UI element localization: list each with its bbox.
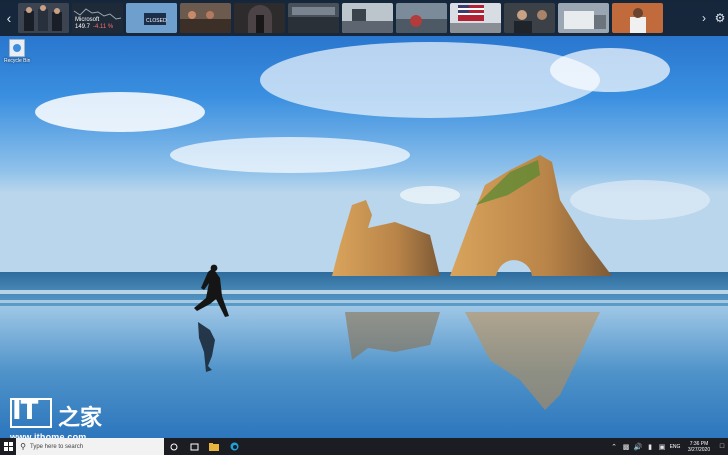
news-photo-thumbnail	[396, 3, 447, 33]
battery-icon[interactable]: ▮	[644, 443, 656, 451]
gear-icon: ⚙	[714, 11, 726, 25]
news-card[interactable]	[612, 3, 663, 33]
desktop-icon-label: Recycle Bin	[4, 58, 31, 64]
windows-icon	[3, 442, 13, 451]
taskbar-clock[interactable]: 7:36 PM 3/27/2020	[682, 441, 716, 453]
stock-sparkline	[73, 8, 122, 20]
news-photo-thumbnail	[18, 3, 69, 33]
recycle-bin-icon	[9, 39, 25, 57]
edge-button[interactable]	[224, 438, 244, 455]
file-explorer-button[interactable]	[204, 438, 224, 455]
display-icon[interactable]: ▣	[656, 443, 668, 451]
news-photo-thumbnail	[288, 3, 339, 33]
prev-button[interactable]: ‹	[0, 0, 18, 36]
news-card[interactable]	[342, 3, 393, 33]
edge-icon	[230, 442, 238, 451]
folder-icon	[209, 442, 219, 451]
news-card[interactable]: CLOSED	[126, 3, 177, 33]
news-photo-thumbnail	[180, 3, 231, 33]
start-button[interactable]	[0, 438, 16, 455]
cortana-button[interactable]	[164, 438, 184, 455]
news-photo-thumbnail	[342, 3, 393, 33]
circle-icon	[170, 443, 178, 450]
news-card[interactable]	[180, 3, 231, 33]
next-button[interactable]: ›	[696, 11, 712, 25]
chevron-right-icon: ›	[702, 11, 706, 25]
language-indicator[interactable]: ENG	[668, 444, 682, 450]
logo-cn-text: 之家	[58, 405, 103, 430]
news-photo-thumbnail	[234, 3, 285, 33]
system-tray: ⌃ ▩ 🔊 ▮ ▣ ENG 7:36 PM 3/27/2020 □	[608, 438, 728, 455]
news-photo-thumbnail	[504, 3, 555, 33]
notifications-button[interactable]: □	[716, 443, 728, 450]
volume-icon[interactable]: 🔊	[632, 443, 644, 451]
news-photo-thumbnail	[558, 3, 609, 33]
search-placeholder: Type here to search	[30, 443, 84, 450]
news-photo-thumbnail: CLOSED	[126, 3, 177, 33]
news-card[interactable]	[18, 3, 69, 33]
ithome-watermark-logo: IT 之家 www.ithome.com	[10, 396, 110, 444]
desktop-wallpaper	[0, 0, 728, 438]
news-card[interactable]	[450, 3, 501, 33]
task-view-button[interactable]	[184, 438, 204, 455]
stock-card[interactable]: Microsoft 149.7 -4.11 %	[72, 3, 123, 33]
logo-it-text: IT	[12, 396, 38, 426]
newsbar-controls: › ⚙	[696, 0, 728, 36]
news-card[interactable]	[234, 3, 285, 33]
news-card[interactable]	[288, 3, 339, 33]
taskbar-search-box[interactable]: ⚲ Type here to search	[16, 438, 164, 455]
task-view-icon	[190, 443, 198, 450]
news-card[interactable]	[396, 3, 447, 33]
news-card[interactable]	[558, 3, 609, 33]
search-icon: ⚲	[20, 442, 26, 451]
clock-date: 3/27/2020	[687, 446, 711, 453]
news-interests-bar: ‹ Microsoft 149.7 -4.11 % CLOSED › ⚙	[0, 0, 728, 36]
news-photo-thumbnail	[612, 3, 663, 33]
chevron-left-icon: ‹	[6, 10, 12, 26]
news-photo-thumbnail	[450, 3, 501, 33]
network-icon[interactable]: ▩	[620, 443, 632, 451]
recycle-bin-desktop-icon[interactable]: Recycle Bin	[4, 39, 30, 64]
tray-overflow-button[interactable]: ⌃	[608, 443, 620, 451]
settings-button[interactable]: ⚙	[712, 11, 728, 25]
news-card[interactable]	[504, 3, 555, 33]
news-cards: Microsoft 149.7 -4.11 % CLOSED	[18, 2, 663, 34]
taskbar: ⚲ Type here to search ⌃ ▩ 🔊 ▮ ▣ ENG 7:36…	[0, 438, 728, 455]
news-card-caption: CLOSED	[146, 18, 167, 24]
